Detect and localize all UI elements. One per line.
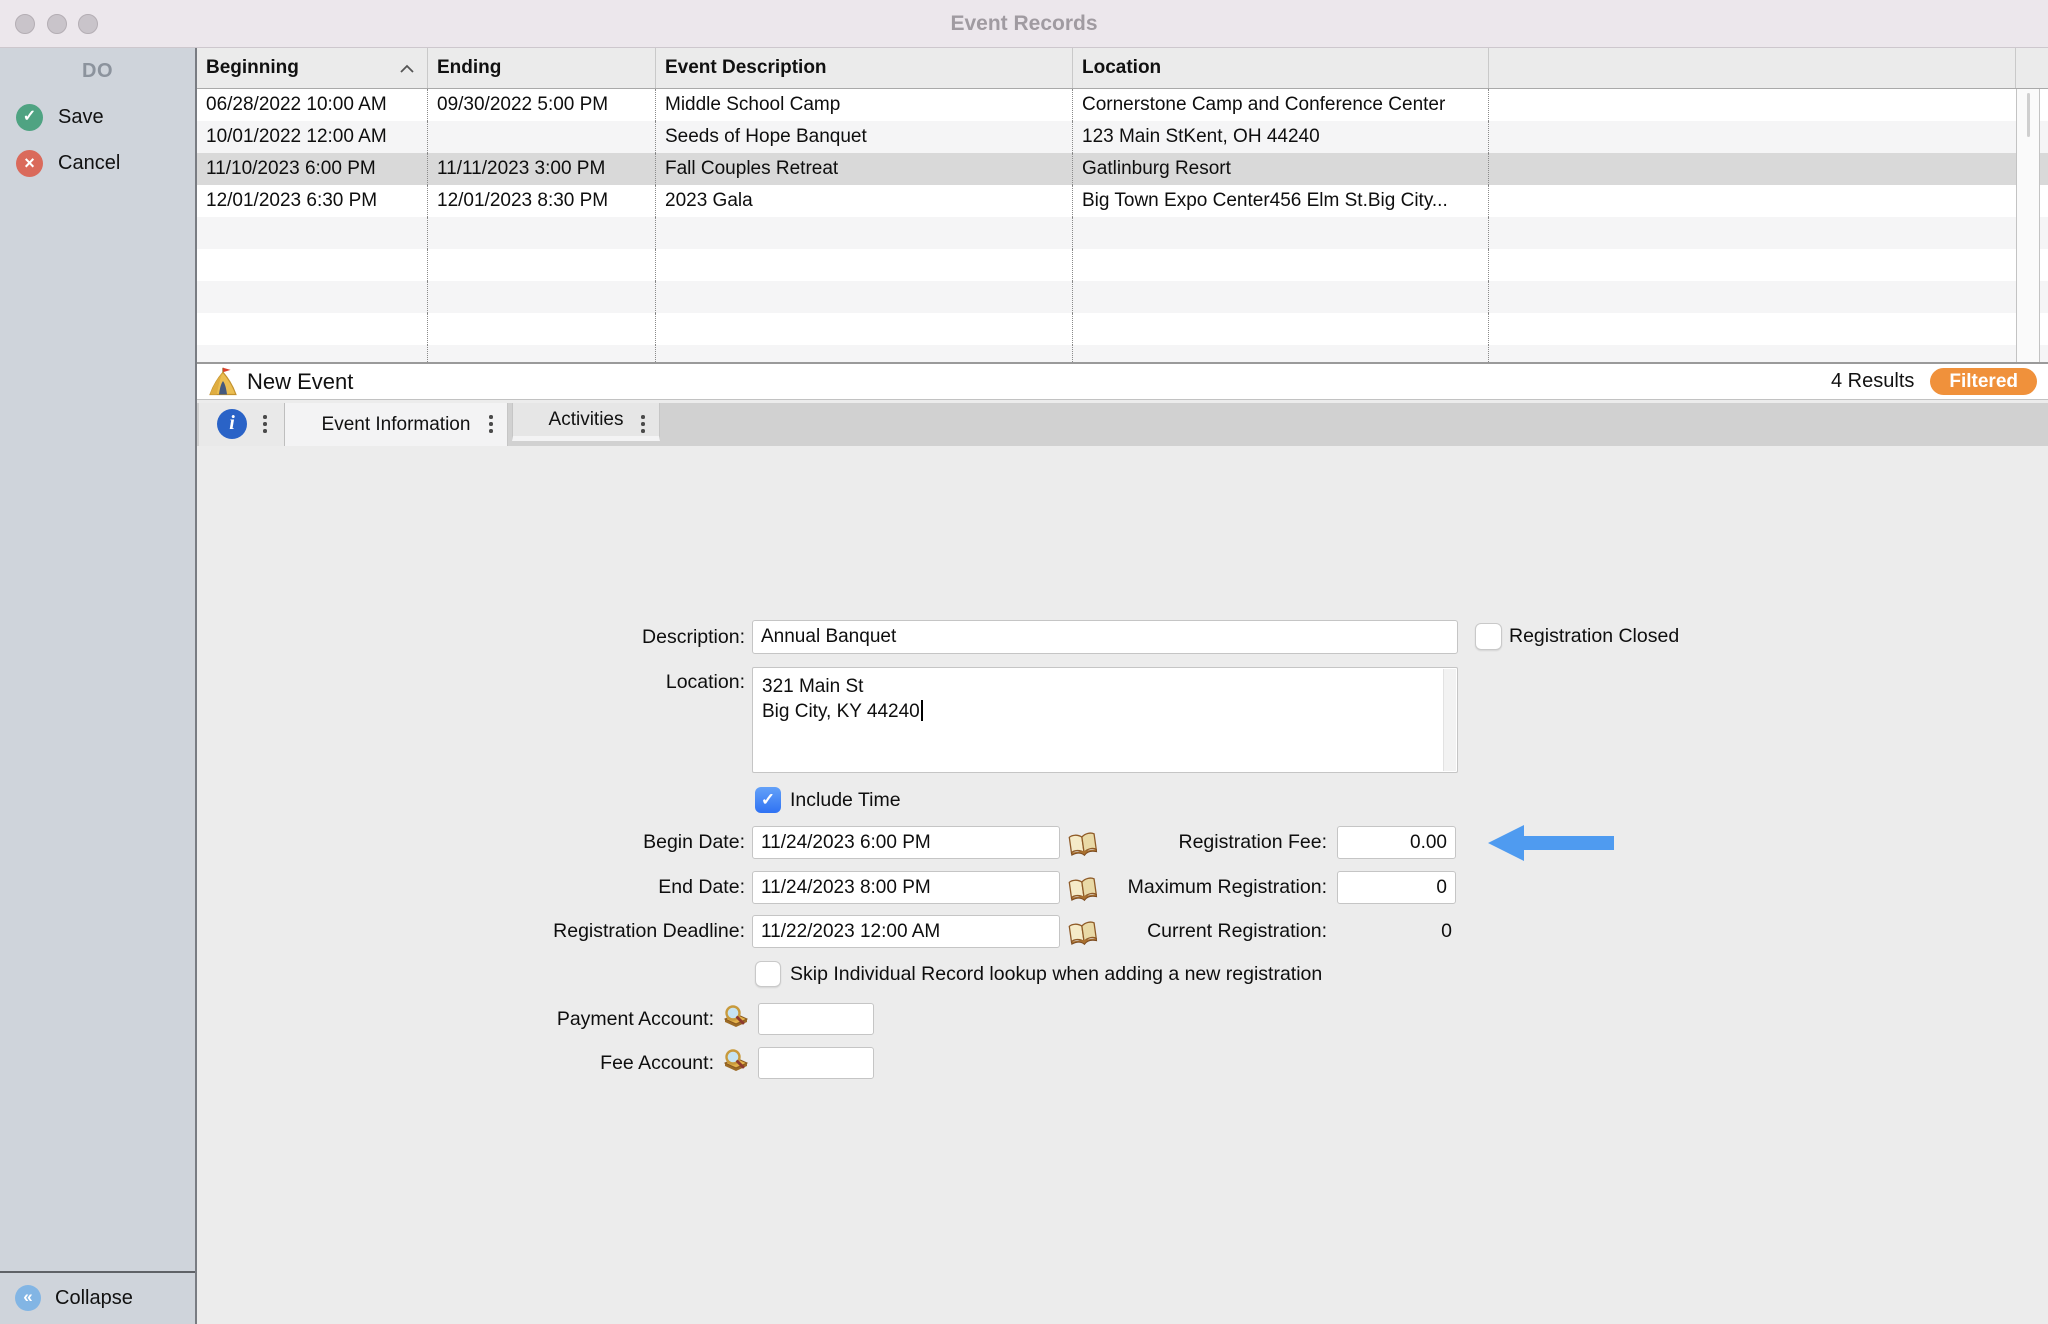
description-label: Description: (325, 623, 745, 651)
skip-lookup-checkbox[interactable] (755, 961, 781, 987)
include-time-checkbox[interactable]: ✓ (755, 787, 781, 813)
cell-location: Big Town Expo Center456 Elm St.Big City.… (1073, 185, 1489, 217)
filtered-badge[interactable]: Filtered (1930, 368, 2037, 395)
registration-closed-label: Registration Closed (1509, 622, 1679, 650)
maximum-registration-input[interactable] (1337, 871, 1456, 904)
column-header-event-description[interactable]: Event Description (656, 48, 1073, 88)
payment-account-label: Payment Account: (294, 1005, 714, 1033)
check-icon: ✓ (761, 790, 775, 810)
save-check-icon: ✓ (16, 104, 43, 131)
begin-date-label: Begin Date: (325, 828, 745, 856)
include-time-label: Include Time (790, 786, 901, 814)
registration-deadline-label: Registration Deadline: (325, 917, 745, 945)
cell-ending (428, 121, 656, 153)
save-label: Save (58, 104, 104, 131)
tab-activities[interactable]: Activities (512, 403, 660, 441)
description-input[interactable] (752, 620, 1458, 654)
tab-more-options-icon[interactable] (641, 415, 645, 433)
info-icon[interactable]: i (217, 409, 247, 439)
record-title: New Event (247, 369, 353, 395)
cell-location: 123 Main StKent, OH 44240 (1073, 121, 1489, 153)
table-row-empty[interactable] (197, 217, 2048, 249)
chevrons-left-icon: « (15, 1285, 41, 1311)
cell-empty (1489, 89, 2016, 121)
table-vertical-scrollbar[interactable] (2016, 89, 2040, 362)
table-row-empty[interactable] (197, 313, 2048, 345)
info-segment: i (199, 403, 285, 446)
tab-more-options-icon[interactable] (489, 415, 493, 433)
textarea-scrollbar[interactable] (1443, 669, 1456, 771)
fee-account-input[interactable] (758, 1047, 874, 1079)
cancel-x-icon: × (16, 150, 43, 177)
tab-bar: i Event Information Activities (197, 403, 2048, 446)
column-header-ending[interactable]: Ending (428, 48, 656, 88)
registration-fee-label: Registration Fee: (907, 828, 1327, 856)
scrollbar-thumb[interactable] (2027, 93, 2030, 137)
cell-ending: 11/11/2023 3:00 PM (428, 153, 656, 185)
cancel-label: Cancel (58, 150, 120, 177)
title-bar: Event Records (0, 0, 2048, 48)
collapse-button[interactable]: « Collapse (0, 1273, 195, 1324)
cell-beginning: 12/01/2023 6:30 PM (197, 185, 428, 217)
tab-event-information[interactable]: Event Information (285, 403, 508, 446)
end-date-label: End Date: (325, 873, 745, 901)
results-count: 4 Results (1831, 370, 1914, 393)
cancel-button[interactable]: × Cancel (0, 150, 195, 177)
record-bar: New Event 4 Results Filtered (197, 362, 2048, 400)
sidebar-section-header: DO (0, 60, 195, 83)
cell-ending: 09/30/2022 5:00 PM (428, 89, 656, 121)
registration-fee-input[interactable] (1337, 826, 1456, 859)
registration-closed-checkbox[interactable] (1475, 623, 1502, 650)
table-header: Beginning Ending Event Description Locat… (197, 48, 2048, 89)
table-row[interactable]: 06/28/2022 10:00 AM 09/30/2022 5:00 PM M… (197, 89, 2048, 121)
fee-account-label: Fee Account: (294, 1049, 714, 1077)
table-row-empty[interactable] (197, 345, 2048, 362)
cell-empty (1489, 185, 2016, 217)
column-header-location[interactable]: Location (1073, 48, 1489, 88)
location-label: Location: (325, 668, 745, 696)
table-row-empty[interactable] (197, 281, 2048, 313)
column-header-empty (1489, 48, 2016, 88)
table-row[interactable]: 10/01/2022 12:00 AM Seeds of Hope Banque… (197, 121, 2048, 153)
cell-description: Middle School Camp (656, 89, 1073, 121)
cell-description: Fall Couples Retreat (656, 153, 1073, 185)
text-cursor (921, 700, 923, 721)
maximum-registration-label: Maximum Registration: (907, 873, 1327, 901)
sidebar: DO ✓ Save × Cancel « Collapse (0, 48, 197, 1324)
table-row-empty[interactable] (197, 249, 2048, 281)
current-registration-label: Current Registration: (907, 917, 1327, 945)
window-title: Event Records (0, 0, 2048, 47)
skip-lookup-label: Skip Individual Record lookup when addin… (790, 960, 1322, 988)
table-row[interactable]: 12/01/2023 6:30 PM 12/01/2023 8:30 PM 20… (197, 185, 2048, 217)
account-lookup-icon[interactable] (720, 1003, 752, 1031)
collapse-label: Collapse (55, 1285, 133, 1311)
pointer-arrow-icon (1486, 824, 1616, 862)
location-line2: Big City, KY 44240 (762, 701, 920, 722)
event-table: 06/28/2022 10:00 AM 09/30/2022 5:00 PM M… (197, 89, 2048, 362)
current-registration-value: 0 (1352, 917, 1452, 945)
cell-empty (1489, 121, 2016, 153)
cell-location: Gatlinburg Resort (1073, 153, 1489, 185)
cell-beginning: 10/01/2022 12:00 AM (197, 121, 428, 153)
cell-ending: 12/01/2023 8:30 PM (428, 185, 656, 217)
cell-beginning: 11/10/2023 6:00 PM (197, 153, 428, 185)
location-line1: 321 Main St (762, 674, 923, 699)
sort-ascending-icon (399, 64, 415, 74)
account-lookup-icon[interactable] (720, 1047, 752, 1075)
cell-description: Seeds of Hope Banquet (656, 121, 1073, 153)
column-header-beginning[interactable]: Beginning (197, 48, 428, 88)
more-options-icon[interactable] (263, 415, 267, 433)
save-button[interactable]: ✓ Save (0, 104, 195, 131)
payment-account-input[interactable] (758, 1003, 874, 1035)
cell-beginning: 06/28/2022 10:00 AM (197, 89, 428, 121)
cell-description: 2023 Gala (656, 185, 1073, 217)
cell-empty (1489, 153, 2016, 185)
main-area: Beginning Ending Event Description Locat… (197, 48, 2048, 1324)
table-row-selected[interactable]: 11/10/2023 6:00 PM 11/11/2023 3:00 PM Fa… (197, 153, 2048, 185)
cell-location: Cornerstone Camp and Conference Center (1073, 89, 1489, 121)
event-records-window: Event Records DO ✓ Save × Cancel « Colla… (0, 0, 2048, 1324)
tent-icon (207, 365, 239, 399)
location-textarea[interactable]: 321 Main St Big City, KY 44240 (752, 667, 1458, 773)
